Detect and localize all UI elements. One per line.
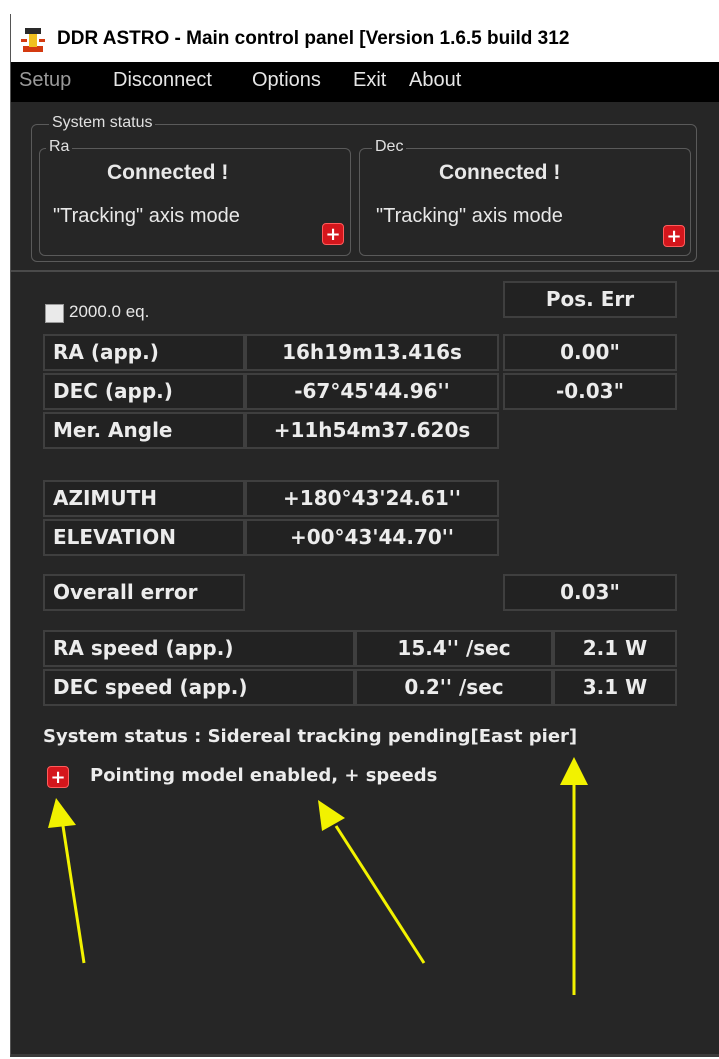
annotation-arrows	[48, 757, 588, 995]
